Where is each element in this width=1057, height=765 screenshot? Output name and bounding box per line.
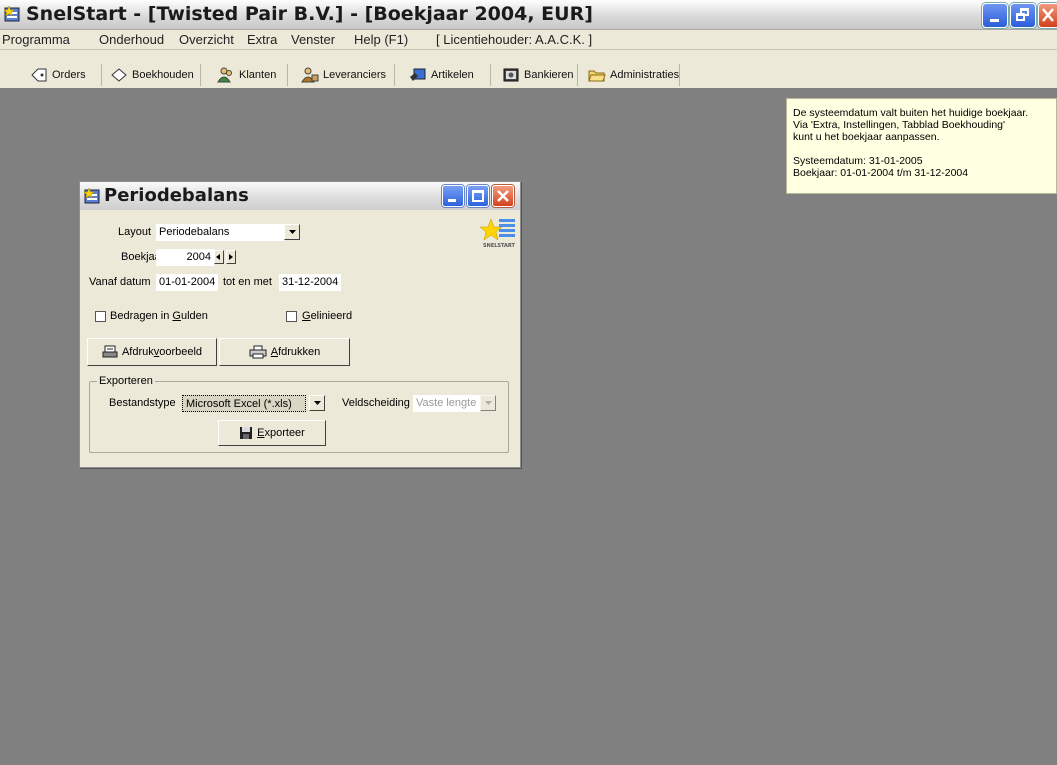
bestandstype-dropdown-button[interactable] xyxy=(309,395,325,411)
label-accelerator: A xyxy=(270,346,279,358)
chevron-down-icon xyxy=(288,230,296,234)
tot-en-met-field[interactable]: 31-12-2004 xyxy=(279,274,341,291)
close-button[interactable] xyxy=(1038,3,1057,28)
exporteren-group-title: Exporteren xyxy=(97,375,155,387)
boekjaar-field[interactable]: 2004 xyxy=(156,249,214,266)
administraties-button[interactable]: Administraties xyxy=(584,64,680,86)
artikelen-button[interactable]: Artikelen xyxy=(405,64,491,86)
dialog-close-button[interactable] xyxy=(492,185,514,207)
boekhouden-label: Boekhouden xyxy=(132,69,194,81)
layout-label: Layout xyxy=(118,226,152,238)
orders-label: Orders xyxy=(52,69,86,81)
tot-en-met-label: tot en met xyxy=(223,276,272,288)
label-part: Afdruk xyxy=(121,346,154,358)
leveranciers-icon xyxy=(301,67,319,83)
label-accelerator: G xyxy=(172,310,181,322)
window-title: SnelStart - [Twisted Pair B.V.] - [Boekj… xyxy=(26,3,593,25)
klanten-icon xyxy=(217,67,232,83)
license-holder: [ Licentiehouder: A.A.C.K. ] xyxy=(436,32,593,47)
boekjaar-increment[interactable] xyxy=(226,250,236,264)
close-icon xyxy=(497,190,509,202)
label-part: xporteer xyxy=(264,427,305,439)
klanten-button[interactable]: Klanten xyxy=(213,64,288,86)
main-titlebar: SnelStart - [Twisted Pair B.V.] - [Boekj… xyxy=(0,0,1057,30)
chevron-down-icon xyxy=(313,401,321,405)
arrow-right-icon xyxy=(229,254,233,260)
gelinieerd-label: Gelinieerd xyxy=(302,310,352,322)
administraties-icon xyxy=(588,70,606,82)
veldscheiding-select[interactable]: Vaste lengte xyxy=(413,395,480,412)
exporteer-button[interactable]: Exporteer xyxy=(218,420,326,446)
printer-icon xyxy=(249,345,267,359)
leveranciers-button[interactable]: Leveranciers xyxy=(297,64,395,86)
layout-select[interactable]: Periodebalans xyxy=(156,224,284,241)
snelstart-logo: SNELSTART xyxy=(479,218,516,249)
label-part: ulden xyxy=(180,310,208,322)
menu-bar: Programma Onderhoud Overzicht Extra Vens… xyxy=(0,30,1057,50)
chevron-down-icon xyxy=(484,401,492,405)
bestandstype-select[interactable]: Microsoft Excel (*.xls) xyxy=(182,395,306,412)
dialog-title: Periodebalans xyxy=(104,185,249,206)
notice-boekjaar: Boekjaar: 01-01-2004 t/m 31-12-2004 xyxy=(793,167,969,179)
periodebalans-dialog: Periodebalans SNELSTART Layout Periodeba… xyxy=(79,181,521,468)
arrow-left-icon xyxy=(216,254,220,260)
close-icon xyxy=(1042,8,1054,22)
klanten-label: Klanten xyxy=(239,69,277,81)
bankieren-label: Bankieren xyxy=(524,69,574,81)
bankieren-button[interactable]: Bankieren xyxy=(498,64,578,86)
bestandstype-label: Bestandstype xyxy=(109,397,176,409)
menu-overzicht[interactable]: Overzicht xyxy=(179,32,234,47)
preview-icon xyxy=(102,345,118,358)
afdrukken-button[interactable]: Afdrukken xyxy=(219,338,350,366)
veldscheiding-dropdown-button[interactable] xyxy=(480,395,496,411)
label-part: Bedragen in xyxy=(110,310,173,322)
label-accelerator: G xyxy=(302,310,311,322)
artikelen-label: Artikelen xyxy=(431,69,474,81)
floppy-icon xyxy=(240,427,253,439)
orders-icon xyxy=(31,68,47,82)
notice-line: De systeemdatum valt buiten het huidige … xyxy=(793,107,1029,119)
afdrukvoorbeeld-button[interactable]: Afdrukvoorbeeld xyxy=(87,338,217,366)
gelinieerd-checkbox[interactable] xyxy=(286,311,297,322)
dialog-maximize-button[interactable] xyxy=(467,185,489,207)
notice-line: Via 'Extra, Instellingen, Tabblad Boekho… xyxy=(793,119,1006,131)
leveranciers-label: Leveranciers xyxy=(323,69,386,81)
administraties-label: Administraties xyxy=(610,69,680,81)
app-star-icon xyxy=(84,188,100,204)
menu-programma[interactable]: Programma xyxy=(2,32,70,47)
menu-onderhoud[interactable]: Onderhoud xyxy=(99,32,164,47)
boekjaar-decrement[interactable] xyxy=(214,250,224,264)
boekhouden-icon xyxy=(111,68,127,82)
app-star-icon xyxy=(4,6,20,22)
label-part: elinieerd xyxy=(310,310,353,322)
logo-text: SNELSTART xyxy=(483,243,516,249)
notice-systeemdatum: Systeemdatum: 31-01-2005 xyxy=(793,155,923,167)
exporteer-label: Exporteer xyxy=(257,427,305,439)
boekjaar-notice: De systeemdatum valt buiten het huidige … xyxy=(786,98,1057,194)
orders-button[interactable]: Orders xyxy=(26,64,102,86)
notice-line: kunt u het boekjaar aanpassen. xyxy=(793,131,940,143)
bedragen-in-gulden-label: Bedragen in Gulden xyxy=(110,310,208,322)
menu-help[interactable]: Help (F1) xyxy=(354,32,408,47)
bedragen-in-gulden-checkbox[interactable] xyxy=(95,311,106,322)
label-part: fdrukken xyxy=(278,346,321,358)
bankieren-icon xyxy=(503,68,519,82)
afdrukvoorbeeld-label: Afdrukvoorbeeld xyxy=(122,346,202,358)
label-part: oorbeeld xyxy=(159,346,203,358)
minimize-button[interactable] xyxy=(982,3,1008,28)
vanaf-datum-label: Vanaf datum xyxy=(89,276,151,288)
boekhouden-button[interactable]: Boekhouden xyxy=(106,64,201,86)
menu-venster[interactable]: Venster xyxy=(291,32,335,47)
layout-dropdown-button[interactable] xyxy=(284,224,300,240)
artikelen-icon xyxy=(410,68,426,81)
vanaf-datum-field[interactable]: 01-01-2004 xyxy=(156,274,218,291)
veldscheiding-label: Veldscheiding xyxy=(342,397,410,409)
afdrukken-label: Afdrukken xyxy=(271,346,321,358)
menu-extra[interactable]: Extra xyxy=(247,32,277,47)
dialog-titlebar[interactable]: Periodebalans xyxy=(80,182,520,210)
restore-button[interactable] xyxy=(1010,3,1036,28)
toolbar: Orders Boekhouden Klanten Leveranciers A… xyxy=(0,50,1057,88)
dialog-minimize-button[interactable] xyxy=(442,185,464,207)
